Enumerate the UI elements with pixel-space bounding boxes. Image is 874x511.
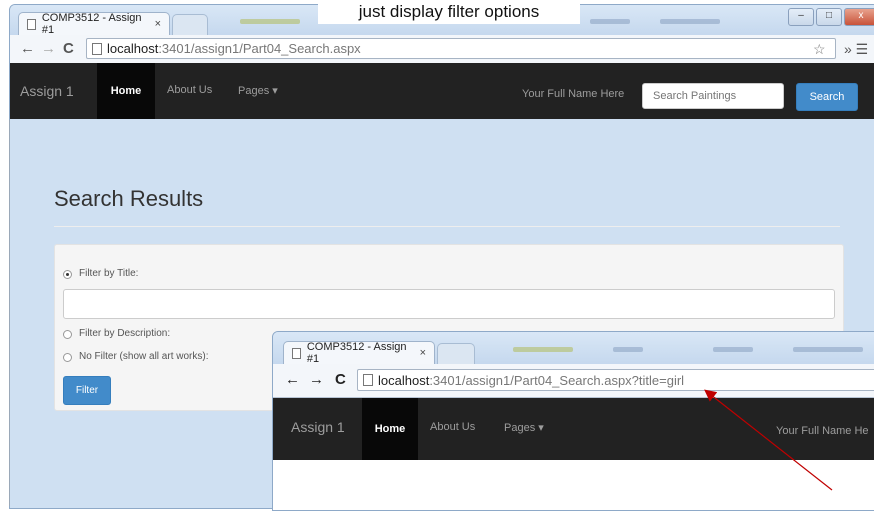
arrow-line [704, 389, 833, 491]
annotation-arrow [704, 389, 833, 491]
